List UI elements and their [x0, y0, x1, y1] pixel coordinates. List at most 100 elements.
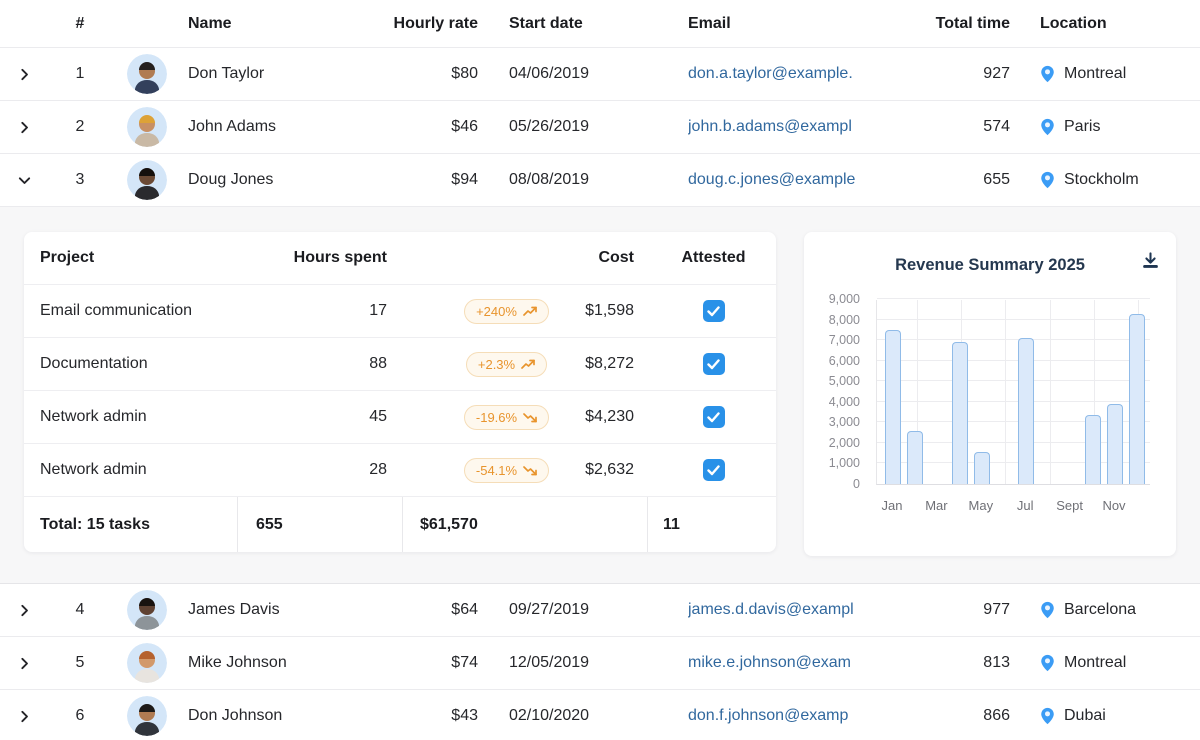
- location-pin-icon: [1040, 65, 1055, 83]
- y-axis-tick: 5,000: [804, 374, 860, 388]
- total-time: 655: [920, 171, 1010, 189]
- email-link[interactable]: don.f.johnson@examp: [688, 707, 878, 725]
- attested-checkbox[interactable]: [703, 300, 725, 322]
- employee-name: Mike Johnson: [182, 654, 380, 672]
- collapse-row-button[interactable]: [0, 173, 48, 188]
- start-date: 02/10/2020: [478, 707, 670, 725]
- y-axis-tick: 7,000: [804, 333, 860, 347]
- x-axis-tick: Nov: [1102, 498, 1125, 513]
- y-axis-tick: 8,000: [804, 313, 860, 327]
- location-name: Montreal: [1064, 654, 1126, 672]
- chart-bar-dec: [1129, 314, 1145, 484]
- email-link[interactable]: james.d.davis@exampl: [688, 601, 878, 619]
- table-row-expanded: 3 Doug Jones $94 08/08/2019 doug.c.jones…: [0, 154, 1200, 207]
- revenue-chart-card: Revenue Summary 2025 01,0002,0003,0004,0…: [804, 232, 1176, 556]
- row-number: 3: [48, 171, 112, 189]
- project-name: Network admin: [24, 408, 254, 426]
- revenue-chart-plot: [876, 300, 1150, 485]
- row-number: 4: [48, 601, 112, 619]
- hours-spent: 88: [254, 355, 389, 373]
- download-chart-button[interactable]: [1138, 248, 1162, 272]
- location-name: Dubai: [1064, 707, 1106, 725]
- email-link[interactable]: don.a.taylor@example.: [688, 65, 878, 83]
- table-row: 6 Don Johnson $43 02/10/2020 don.f.johns…: [0, 690, 1200, 740]
- attested-checkbox[interactable]: [703, 406, 725, 428]
- expand-row-button[interactable]: [0, 709, 48, 724]
- email-link[interactable]: mike.e.johnson@exam: [688, 654, 878, 672]
- trend-badge: -54.1%: [464, 458, 549, 483]
- project-name: Documentation: [24, 355, 254, 373]
- expand-row-button[interactable]: [0, 120, 48, 135]
- gridline: [877, 298, 1150, 299]
- project-name: Email communication: [24, 302, 254, 320]
- project-row: Email communication 17 +240% $1,598: [24, 285, 776, 338]
- project-footer-row: Total: 15 tasks 655 $61,570 11: [24, 497, 776, 552]
- email-link[interactable]: doug.c.jones@example: [688, 171, 878, 189]
- trend-down-icon: [523, 465, 537, 476]
- attested-checkbox[interactable]: [703, 459, 725, 481]
- footer-total-cost: $61,570: [403, 497, 648, 552]
- chart-bar-feb: [907, 431, 923, 484]
- download-icon: [1141, 251, 1160, 270]
- chart-bar-jul: [1018, 338, 1034, 484]
- check-icon: [707, 412, 720, 423]
- avatar: [127, 696, 167, 736]
- header-cost: Cost: [569, 249, 679, 267]
- header-location: Location: [1010, 15, 1200, 33]
- y-axis-tick: 3,000: [804, 415, 860, 429]
- expand-row-button[interactable]: [0, 603, 48, 618]
- footer-attested-count: 11: [648, 497, 776, 552]
- chart-bar-jan: [885, 330, 901, 484]
- gridline: [1005, 300, 1006, 484]
- hours-spent: 28: [254, 461, 389, 479]
- location-name: Barcelona: [1064, 601, 1136, 619]
- email-link[interactable]: john.b.adams@exampl: [688, 118, 878, 136]
- location-pin-icon: [1040, 654, 1055, 672]
- hourly-rate: $64: [380, 601, 478, 619]
- project-header-row: Project Hours spent Cost Attested: [24, 232, 776, 285]
- expanded-detail-panel: Project Hours spent Cost Attested Email …: [0, 207, 1200, 584]
- header-name: Name: [182, 15, 380, 33]
- header-hours-spent: Hours spent: [254, 249, 389, 267]
- footer-total-hours: 655: [238, 497, 403, 552]
- start-date: 05/26/2019: [478, 118, 670, 136]
- attested-checkbox[interactable]: [703, 353, 725, 375]
- avatar: [127, 160, 167, 200]
- trend-badge: +240%: [464, 299, 549, 324]
- project-row: Documentation 88 +2.3% $8,272: [24, 338, 776, 391]
- avatar: [127, 107, 167, 147]
- total-time: 574: [920, 118, 1010, 136]
- expand-row-button[interactable]: [0, 67, 48, 82]
- location-pin-icon: [1040, 707, 1055, 725]
- gridline: [1050, 300, 1051, 484]
- hourly-rate: $94: [380, 171, 478, 189]
- employee-name: John Adams: [182, 118, 380, 136]
- trend-down-icon: [523, 412, 537, 423]
- row-number: 2: [48, 118, 112, 136]
- trend-up-icon: [521, 359, 535, 370]
- y-axis-tick: 6,000: [804, 354, 860, 368]
- check-icon: [707, 306, 720, 317]
- hourly-rate: $43: [380, 707, 478, 725]
- total-time: 977: [920, 601, 1010, 619]
- chart-bar-may: [974, 452, 990, 484]
- row-number: 6: [48, 707, 112, 725]
- header-attested: Attested: [679, 249, 776, 267]
- x-axis-tick: Jan: [882, 498, 903, 513]
- header-num: #: [48, 15, 112, 33]
- trend-up-icon: [523, 306, 537, 317]
- table-row: 1 Don Taylor $80 04/06/2019 don.a.taylor…: [0, 48, 1200, 101]
- location-pin-icon: [1040, 601, 1055, 619]
- start-date: 09/27/2019: [478, 601, 670, 619]
- check-icon: [707, 359, 720, 370]
- expand-row-button[interactable]: [0, 656, 48, 671]
- avatar: [127, 54, 167, 94]
- y-axis-tick: 9,000: [804, 292, 860, 306]
- x-axis-tick: Mar: [925, 498, 947, 513]
- x-axis-tick: Jul: [1017, 498, 1034, 513]
- hours-spent: 17: [254, 302, 389, 320]
- chevron-right-icon: [17, 656, 32, 671]
- employee-name: Don Johnson: [182, 707, 380, 725]
- project-cost: $4,230: [569, 408, 679, 426]
- revenue-chart: 01,0002,0003,0004,0005,0006,0007,0008,00…: [804, 297, 1176, 537]
